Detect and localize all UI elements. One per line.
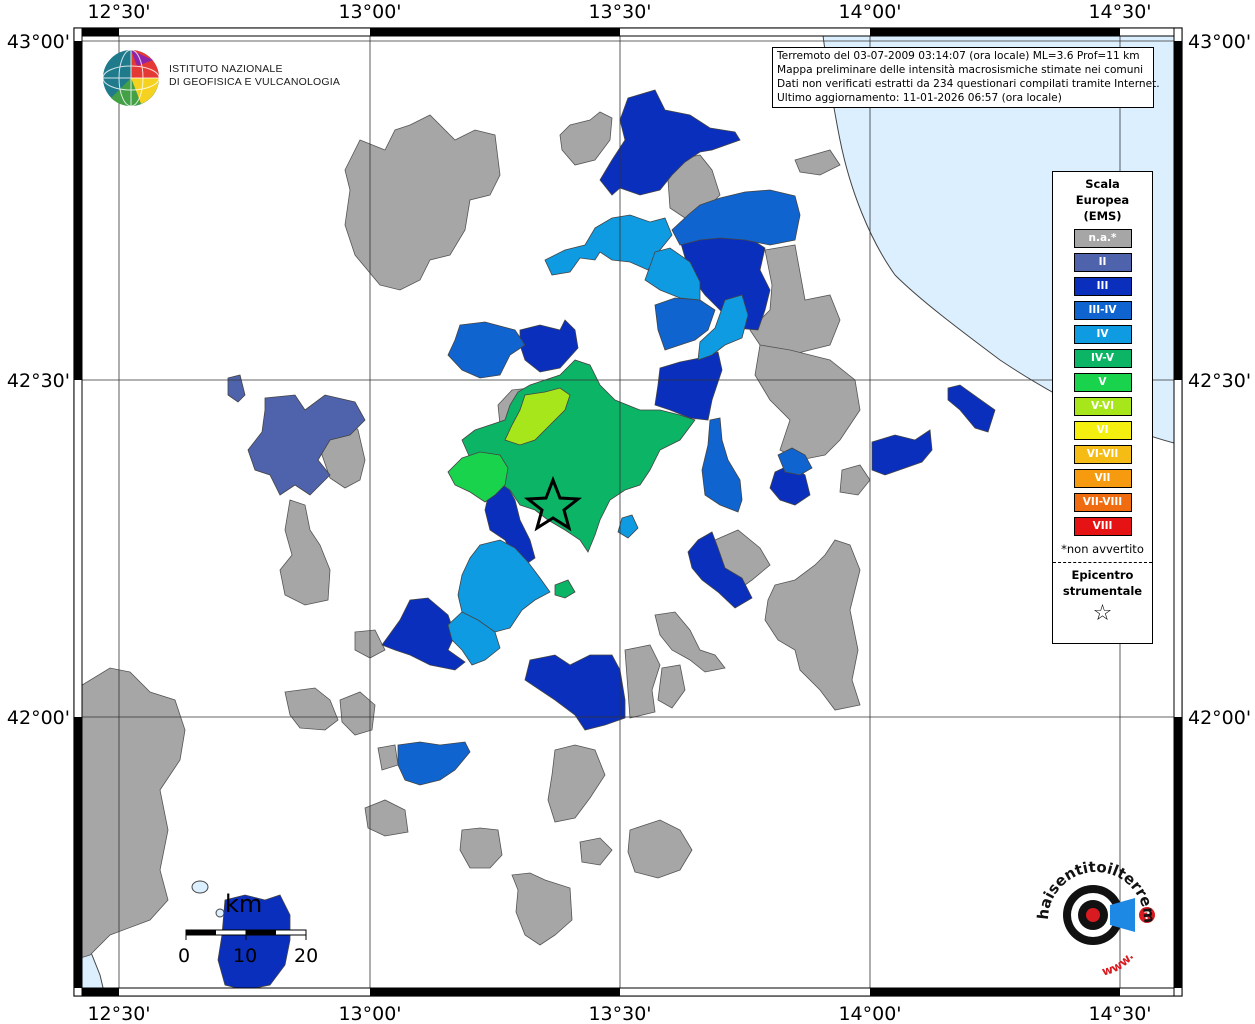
lat-label: 42°00' xyxy=(7,707,70,729)
event-info-line: Terremoto del 03-07-2009 03:14:07 (ora l… xyxy=(777,50,1140,62)
comune-area xyxy=(459,827,503,869)
lat-label: 43°00' xyxy=(7,31,70,53)
legend-epicenter-line: strumentale xyxy=(1062,584,1143,598)
legend-title-line: (EMS) xyxy=(1083,209,1122,223)
lon-label: 14°30' xyxy=(1088,1,1151,23)
legend-item: V-VI xyxy=(1073,397,1132,416)
legend-title-line: Scala xyxy=(1085,177,1120,191)
left-axis-labels: 43°00' 42°30' 42°00' xyxy=(7,31,70,729)
lon-label: 14°00' xyxy=(838,1,901,23)
legend-item: IV-V xyxy=(1073,349,1132,368)
scale-tick-10: 10 xyxy=(233,945,258,967)
lat-label: 42°00' xyxy=(1188,707,1251,729)
lon-label: 14°30' xyxy=(1088,1003,1151,1024)
legend-item: III xyxy=(1073,277,1132,296)
comune-area xyxy=(377,744,399,771)
lat-label: 42°30' xyxy=(7,370,70,392)
lake xyxy=(191,880,209,894)
legend-epicenter-line: Epicentro xyxy=(1071,568,1134,582)
event-info-line: Mappa preliminare delle intensità macros… xyxy=(777,64,1144,76)
legend-items: n.a.* II III III-IV IV IV-V V V-VI VI VI-VII VII VI… xyxy=(1053,229,1152,536)
legend-title-line: Europea xyxy=(1075,193,1130,207)
ingv-globe-logo xyxy=(102,49,160,107)
event-info-box: Terremoto del 03-07-2009 03:14:07 (ora l… xyxy=(772,47,1160,108)
lon-label: 13°00' xyxy=(338,1003,401,1024)
legend-item: II xyxy=(1073,253,1132,272)
legend-item: VII-VIII xyxy=(1073,493,1132,512)
legend-title: Scala Europea (EMS) xyxy=(1053,176,1152,224)
legend-epicenter-label: Epicentro strumentale xyxy=(1053,567,1152,599)
legend-item: III-IV xyxy=(1073,301,1132,320)
lon-label: 14°00' xyxy=(838,1003,901,1024)
haisentitoilterremoto-logo: ? haisentitoilterremoto.it www. xyxy=(1030,860,1158,979)
ems-legend: Scala Europea (EMS) n.a.* II III III-IV IV IV… xyxy=(1052,171,1153,644)
legend-item: VII xyxy=(1073,469,1132,488)
event-info-line: Ultimo aggiornamento: 11-01-2026 06:57 (… xyxy=(777,92,1062,104)
legend-item: IV xyxy=(1073,325,1132,344)
logo-www-text: www. xyxy=(1100,950,1136,979)
lon-label: 13°30' xyxy=(588,1003,651,1024)
event-info-line: Dati non verificati estratti da 234 ques… xyxy=(777,78,1160,90)
legend-item: VIII xyxy=(1073,517,1132,536)
legend-divider xyxy=(1053,562,1152,563)
scale-tick-20: 20 xyxy=(294,945,319,967)
legend-item: V xyxy=(1073,373,1132,392)
top-axis-labels: 12°30' 13°00' 13°30' 14°00' 14°30' xyxy=(87,1,1151,23)
lake xyxy=(215,908,225,918)
institution-line2: DI GEOFISICA E VULCANOLOGIA xyxy=(169,76,341,88)
lat-label: 42°30' xyxy=(1188,370,1251,392)
right-axis-labels: 43°00' 42°30' 42°00' xyxy=(1188,31,1251,729)
lat-label: 43°00' xyxy=(1188,31,1251,53)
legend-note: *non avvertito xyxy=(1061,542,1144,556)
lon-label: 12°30' xyxy=(87,1,150,23)
institution-name: ISTITUTO NAZIONALE DI GEOFISICA E VULCAN… xyxy=(169,63,340,89)
lon-label: 13°00' xyxy=(338,1,401,23)
legend-star-icon: ☆ xyxy=(1092,601,1113,626)
lon-label: 12°30' xyxy=(87,1003,150,1024)
legend-item: VI-VII xyxy=(1073,445,1132,464)
legend-item: n.a.* xyxy=(1073,229,1132,248)
lon-label: 13°30' xyxy=(588,1,651,23)
bottom-axis-labels: 12°30' 13°00' 13°30' 14°00' 14°30' xyxy=(87,1003,1151,1024)
institution-line1: ISTITUTO NAZIONALE xyxy=(169,63,283,75)
scale-unit: km xyxy=(225,890,263,918)
legend-item: VI xyxy=(1073,421,1132,440)
scale-tick-0: 0 xyxy=(178,945,191,967)
